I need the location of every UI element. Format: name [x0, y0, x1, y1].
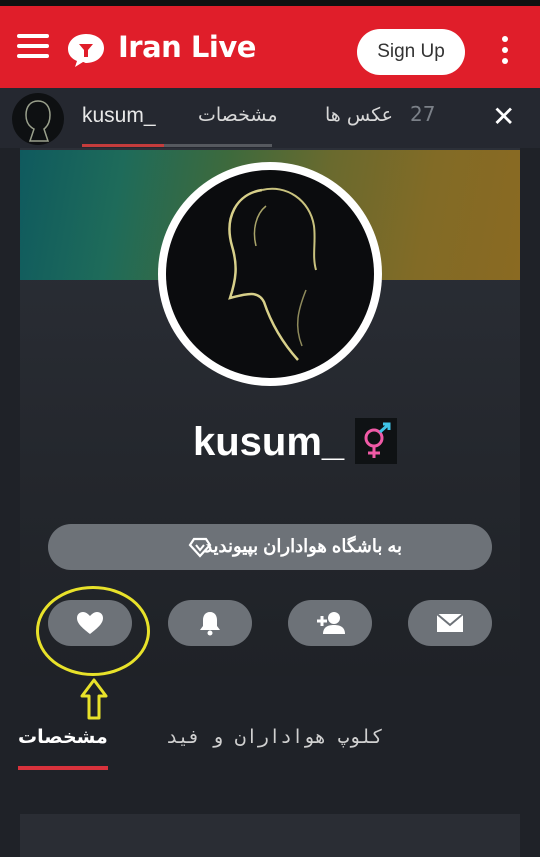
- follow-button[interactable]: [288, 600, 372, 646]
- avatar-small[interactable]: [12, 93, 64, 145]
- profile-avatar[interactable]: [158, 162, 382, 386]
- menu-icon[interactable]: [17, 34, 49, 58]
- message-button[interactable]: [408, 600, 492, 646]
- brand-title: Iran Live: [118, 30, 256, 64]
- arrow-up-icon: [80, 678, 108, 720]
- join-fan-club-label: به باشگاه هواداران بپیوندید: [204, 536, 402, 556]
- logo-icon: [68, 34, 104, 67]
- bell-icon: [200, 612, 220, 636]
- profile-subbar: kusum_ مشخصات عکس ها 27 ✕: [0, 88, 540, 148]
- tab-active-underline: [18, 766, 108, 770]
- add-user-icon: [317, 612, 345, 634]
- tab-fan-club-feed[interactable]: کلوپ هواداران و فید: [166, 726, 383, 748]
- gender-icon: [355, 418, 397, 464]
- signup-button[interactable]: Sign Up: [357, 29, 465, 75]
- highlight-circle: [36, 586, 150, 676]
- envelope-icon: [436, 613, 464, 632]
- content-card: [20, 814, 520, 857]
- photos-count: 27: [410, 102, 436, 126]
- subbar-underline: [164, 144, 272, 147]
- subbar-username[interactable]: kusum_: [82, 104, 156, 128]
- close-icon[interactable]: ✕: [492, 100, 515, 133]
- silhouette-image: [228, 187, 317, 361]
- join-fan-club-button[interactable]: به باشگاه هواداران بپیوندید: [48, 524, 492, 570]
- subbar-tab-profile[interactable]: مشخصات: [198, 104, 278, 126]
- tab-profile[interactable]: مشخصات: [18, 726, 108, 748]
- subbar-tab-photos[interactable]: عکس ها: [325, 104, 393, 126]
- notify-button[interactable]: [168, 600, 252, 646]
- more-options-icon[interactable]: [500, 36, 510, 70]
- top-app-bar: Iran Live Sign Up: [0, 0, 540, 88]
- subbar-active-underline: [82, 144, 164, 147]
- profile-name: kusum_: [193, 420, 345, 464]
